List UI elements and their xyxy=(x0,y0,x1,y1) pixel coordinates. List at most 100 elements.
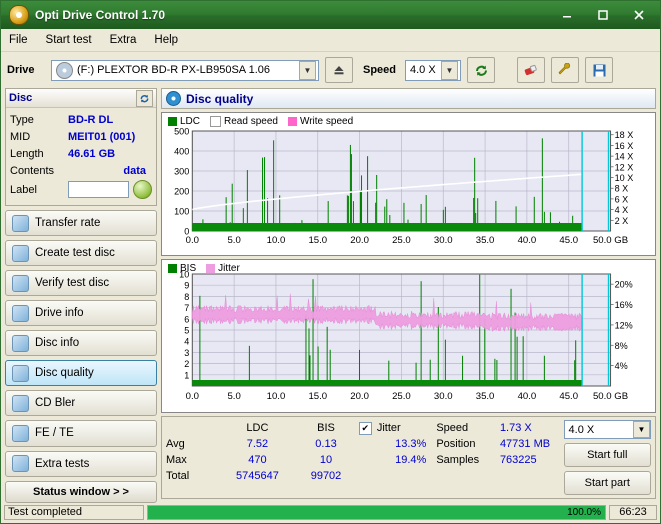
jitter-checkbox-row[interactable]: ✔ Jitter xyxy=(359,420,435,436)
legend-swatch-ldc xyxy=(168,117,177,126)
disc-refresh-icon[interactable] xyxy=(136,90,153,107)
disc-label-input[interactable] xyxy=(68,181,129,198)
sidebar-item-verify-test-disc[interactable]: Verify test disc xyxy=(5,270,157,296)
disc-key-mid: MID xyxy=(10,131,68,143)
verify-test-disc-icon xyxy=(12,275,29,292)
drive-select-value: (F:) PLEXTOR BD-R PX-LB950SA 1.06 xyxy=(77,64,270,76)
stats-label-avg: Avg xyxy=(166,436,220,452)
fe-te-icon xyxy=(12,425,29,442)
status-window-button[interactable]: Status window > > xyxy=(5,481,157,504)
svg-text:500: 500 xyxy=(174,127,189,137)
maximize-button[interactable] xyxy=(586,5,620,25)
stats-ldc-max: 470 xyxy=(222,452,294,468)
legend-label-bis: BIS xyxy=(180,263,196,274)
speed-stat-value: 1.73 X xyxy=(500,420,562,436)
svg-text:25.0: 25.0 xyxy=(392,235,411,246)
svg-text:2: 2 xyxy=(184,359,189,369)
erase-button[interactable] xyxy=(517,57,545,83)
svg-text:6: 6 xyxy=(184,314,189,324)
speed-select[interactable]: 4.0 X ▼ xyxy=(405,60,461,81)
stats-label-max: Max xyxy=(166,452,220,468)
sidebar-item-fe-te[interactable]: FE / TE xyxy=(5,420,157,446)
svg-text:40.0: 40.0 xyxy=(518,235,537,246)
legend-jitter: Jitter xyxy=(206,263,240,274)
disc-quality-header-icon xyxy=(166,91,181,106)
svg-text:10.0: 10.0 xyxy=(267,391,286,402)
svg-text:15.0: 15.0 xyxy=(308,391,327,402)
svg-text:8 X: 8 X xyxy=(615,184,629,194)
svg-text:10 X: 10 X xyxy=(615,173,634,183)
svg-text:0.0: 0.0 xyxy=(186,235,199,246)
disc-value-contents: data xyxy=(123,165,146,177)
chevron-down-icon[interactable]: ▼ xyxy=(299,61,316,80)
sidebar-item-create-test-disc[interactable]: Create test disc xyxy=(5,240,157,266)
elapsed-time: 66:23 xyxy=(609,505,657,520)
jitter-checkbox[interactable]: ✔ xyxy=(359,422,372,435)
menu-extra[interactable]: Extra xyxy=(110,34,137,46)
svg-text:18 X: 18 X xyxy=(615,130,634,140)
ldc-chart: LDC Read speed Write speed 0100200300400… xyxy=(161,112,656,256)
legend-label-read-speed: Read speed xyxy=(224,116,278,127)
disc-quality-title: Disc quality xyxy=(186,92,253,106)
disc-panel-header: Disc xyxy=(6,89,156,108)
sidebar-item-extra-tests[interactable]: Extra tests xyxy=(5,451,157,477)
jitter-avg: 13.3% xyxy=(359,436,435,452)
save-button[interactable] xyxy=(585,57,613,83)
chevron-down-icon-test-speed[interactable]: ▼ xyxy=(633,421,650,438)
test-speed-select[interactable]: 4.0 X ▼ xyxy=(564,420,651,439)
sidebar-item-disc-quality[interactable]: Disc quality xyxy=(5,360,157,386)
stats-bis-total: 99702 xyxy=(295,468,357,484)
svg-text:50.0 GB: 50.0 GB xyxy=(593,391,628,402)
test-speed-value: 4.0 X xyxy=(569,424,595,436)
position-stat-label: Position xyxy=(436,436,498,452)
drive-select[interactable]: (F:) PLEXTOR BD-R PX-LB950SA 1.06 ▼ xyxy=(51,60,319,81)
eject-button[interactable] xyxy=(325,57,353,83)
stats-bis-max: 10 xyxy=(295,452,357,468)
legend-bis: BIS xyxy=(168,263,196,274)
svg-text:5.0: 5.0 xyxy=(227,235,240,246)
minimize-button[interactable] xyxy=(550,5,584,25)
stats-bis-avg: 0.13 xyxy=(295,436,357,452)
sidebar-item-cd-bler[interactable]: CD Bler xyxy=(5,390,157,416)
statistics-panel: Avg Max Total LDC 7.52 470 5745647 BIS 0… xyxy=(161,416,656,499)
sidebar-label-drive-info: Drive info xyxy=(35,307,84,319)
bis-chart-canvas: 123456789100.05.010.015.020.025.030.035.… xyxy=(162,260,655,412)
svg-text:7: 7 xyxy=(184,303,189,313)
sidebar-item-disc-info[interactable]: Disc info xyxy=(5,330,157,356)
stats-col-bis: BIS 0.13 10 99702 xyxy=(295,420,357,495)
start-part-button[interactable]: Start part xyxy=(564,471,651,495)
sidebar-item-drive-info[interactable]: Drive info xyxy=(5,300,157,326)
sidebar-item-transfer-rate[interactable]: Transfer rate xyxy=(5,210,157,236)
menu-start-test[interactable]: Start test xyxy=(46,34,92,46)
refresh-button[interactable] xyxy=(467,57,495,83)
svg-text:5: 5 xyxy=(184,326,189,336)
svg-text:14 X: 14 X xyxy=(615,152,634,162)
sidebar-label-disc-quality: Disc quality xyxy=(35,367,94,379)
disc-key-length: Length xyxy=(10,148,68,160)
menu-help[interactable]: Help xyxy=(154,34,178,46)
legend-swatch-read-speed xyxy=(210,116,221,127)
cd-bler-icon xyxy=(12,395,29,412)
tools-button[interactable] xyxy=(551,57,579,83)
svg-text:0.0: 0.0 xyxy=(186,391,199,402)
stats-col-measure-values: 1.73 X 47731 MB 763225 xyxy=(500,420,562,495)
start-full-button[interactable]: Start full xyxy=(564,443,651,467)
legend-write-speed: Write speed xyxy=(288,116,353,127)
title-bar: Opti Drive Control 1.70 xyxy=(1,1,660,29)
close-button[interactable] xyxy=(622,5,656,25)
stats-col-actions: 4.0 X ▼ Start full Start part xyxy=(564,420,651,495)
ldc-chart-canvas: 01002003004005000.05.010.015.020.025.030… xyxy=(162,113,655,255)
sidebar: Disc Type BD-R DL MID MEIT01 (001) xyxy=(5,88,157,503)
svg-text:20.0: 20.0 xyxy=(350,235,369,246)
sidebar-label-create-test-disc: Create test disc xyxy=(35,247,115,259)
svg-text:8%: 8% xyxy=(615,341,628,351)
chevron-down-icon-speed[interactable]: ▼ xyxy=(441,61,458,80)
app-window: Opti Drive Control 1.70 File Start test … xyxy=(0,0,661,524)
disc-label-apply-icon[interactable] xyxy=(133,180,152,199)
legend-label-jitter: Jitter xyxy=(218,263,240,274)
menu-file[interactable]: File xyxy=(9,34,28,46)
svg-text:12%: 12% xyxy=(615,320,633,330)
svg-text:16%: 16% xyxy=(615,300,633,310)
disc-value-type: BD-R DL xyxy=(68,114,113,126)
content-area: Disc quality LDC Read speed Write speed xyxy=(161,88,656,503)
